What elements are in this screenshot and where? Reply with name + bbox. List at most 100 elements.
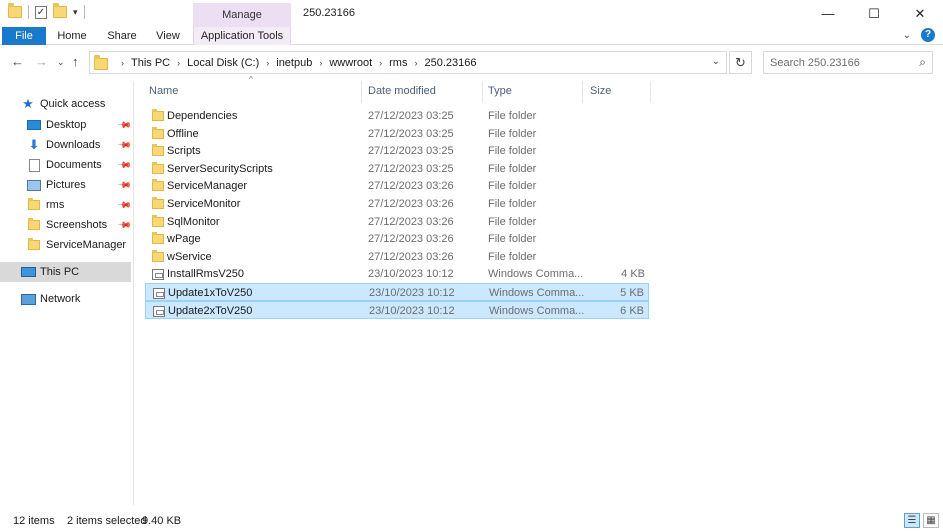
table-row[interactable]: ServiceMonitor 27/12/2023 03:26 File folde… [145,195,649,213]
column-divider[interactable] [582,81,583,103]
divider [83,5,85,19]
crumb-current[interactable]: 250.23166 [424,57,476,69]
nav-item-rms[interactable]: rms 📌 [26,195,132,215]
crumb-inetpub[interactable]: inetpub [276,57,312,69]
folder-icon [152,232,164,245]
table-row[interactable]: ServiceManager 27/12/2023 03:26 File folde… [145,177,649,195]
table-row[interactable]: ServerSecurityScripts 27/12/2023 03:25 Fil… [145,160,649,178]
crumb-local-disk[interactable]: Local Disk (C:) [187,57,259,69]
tab-view[interactable]: View [148,27,188,45]
large-icons-view-icon[interactable]: ▦ [923,513,939,528]
up-arrow-icon[interactable]: ↑ [72,54,79,69]
file-name: ServiceManager [167,180,248,193]
crumb-this-pc[interactable]: This PC [131,57,170,69]
chevron-right-icon[interactable]: › [414,58,417,68]
tab-home[interactable]: Home [50,27,94,45]
folder-icon [152,144,164,157]
manage-tab[interactable]: Manage [193,3,291,27]
column-name[interactable]: Name [149,85,178,97]
nav-label: Downloads [46,139,101,151]
table-row[interactable]: Offline 27/12/2023 03:25 File folder [145,125,649,143]
nav-item-screenshots[interactable]: Screenshots 📌 [26,215,132,235]
column-type[interactable]: Type [488,85,512,97]
column-header: ^ Name Date modified Type Size [145,75,935,103]
chevron-right-icon[interactable]: › [266,58,269,68]
table-row[interactable]: wService 27/12/2023 03:26 File folder [145,248,649,266]
nav-this-pc[interactable]: This PC [0,262,131,282]
pin-icon[interactable]: 📌 [117,157,132,173]
file-type: File folder [488,180,537,193]
pin-icon[interactable]: 📌 [117,197,132,213]
tab-file[interactable]: File [2,27,46,45]
new-folder-icon[interactable] [53,3,67,18]
table-row[interactable]: InstallRmsV250 23/10/2023 10:12 Windows Co… [145,265,649,283]
search-icon[interactable]: ⌕ [919,55,926,70]
nav-network[interactable]: Network [20,289,130,309]
customize-toolbar-icon[interactable]: ▾ [73,7,78,18]
downloads-icon: ⬇ [28,137,40,152]
file-date: 23/10/2023 10:12 [369,304,455,317]
tab-share[interactable]: Share [100,27,144,45]
back-arrow-icon[interactable]: ← [11,54,24,69]
nav-item-pictures[interactable]: Pictures 📌 [26,175,132,195]
file-type: Windows Comma... [488,268,584,281]
column-date-modified[interactable]: Date modified [368,85,436,97]
table-row[interactable]: Update2xToV250 23/10/2023 10:12 Windows Co… [145,300,649,319]
search-box[interactable]: ⌕ [763,51,933,74]
nav-item-desktop[interactable]: Desktop 📌 [26,115,132,135]
pin-icon[interactable]: 📌 [117,137,132,153]
file-name: ServerSecurityScripts [167,162,273,175]
folder-icon [152,214,164,227]
pin-icon[interactable]: 📌 [117,117,132,133]
folder-icon [152,249,164,262]
star-icon: ★ [22,96,34,111]
search-input[interactable] [764,52,904,73]
file-date: 27/12/2023 03:26 [368,250,454,263]
close-button[interactable]: ✕ [897,0,943,27]
selection-count: 2 items selected [67,515,147,527]
chevron-right-icon[interactable]: › [121,58,124,68]
file-type: File folder [488,110,537,122]
pin-icon[interactable]: 📌 [117,217,132,233]
column-divider[interactable] [361,81,362,103]
address-bar[interactable]: › This PC › Local Disk (C:) › inetpub › … [89,51,727,74]
table-row[interactable]: Scripts 27/12/2023 03:25 File folder [145,142,649,160]
expand-ribbon-icon[interactable]: ⌄ [903,30,911,41]
chevron-right-icon[interactable]: › [177,58,180,68]
help-icon[interactable]: ? [921,28,935,42]
refresh-button[interactable]: ↻ [729,51,752,74]
column-divider[interactable] [482,81,483,103]
minimize-button[interactable]: — [805,0,851,27]
chevron-right-icon[interactable]: › [319,58,322,68]
folder-icon [152,161,164,174]
tab-application-tools[interactable]: Application Tools [193,27,291,45]
file-date: 27/12/2023 03:26 [368,180,454,193]
table-row[interactable]: SqlMonitor 27/12/2023 03:26 File folder [145,213,649,231]
column-divider[interactable] [650,81,651,103]
column-size[interactable]: Size [590,85,611,97]
nav-quick-access[interactable]: ★ Quick access [20,94,130,114]
nav-item-servicemanager[interactable]: ServiceManager [26,235,130,255]
sort-ascending-icon: ^ [249,75,253,84]
crumb-rms[interactable]: rms [389,57,407,69]
forward-arrow-icon[interactable]: → [35,54,48,69]
file-type: File folder [488,215,537,228]
table-row[interactable]: Update1xToV250 23/10/2023 10:12 Windows Co… [145,283,649,301]
table-row[interactable]: Dependencies 27/12/2023 03:25 File folder [145,107,649,125]
crumb-wwwroot[interactable]: wwwroot [329,57,372,69]
pin-icon[interactable]: 📌 [117,177,132,193]
maximize-button[interactable]: ☐ [851,0,897,27]
file-date: 27/12/2023 03:25 [368,127,454,140]
nav-item-downloads[interactable]: ⬇ Downloads 📌 [26,135,133,155]
properties-icon[interactable]: ✓ [35,5,47,19]
table-row[interactable]: wPage 27/12/2023 03:26 File folder [145,230,649,248]
recent-locations-icon[interactable]: ⌄ [57,57,65,68]
details-view-icon[interactable]: ☰ [904,513,920,528]
file-date: 27/12/2023 03:26 [368,233,454,246]
ribbon-tabs: File Home Share View Application Tools ⌄… [0,27,943,45]
nav-label: This PC [40,266,80,278]
address-dropdown-icon[interactable]: ⌄ [712,56,720,67]
folder-icon [152,179,164,192]
nav-item-documents[interactable]: Documents 📌 [26,155,132,175]
chevron-right-icon[interactable]: › [379,58,382,68]
